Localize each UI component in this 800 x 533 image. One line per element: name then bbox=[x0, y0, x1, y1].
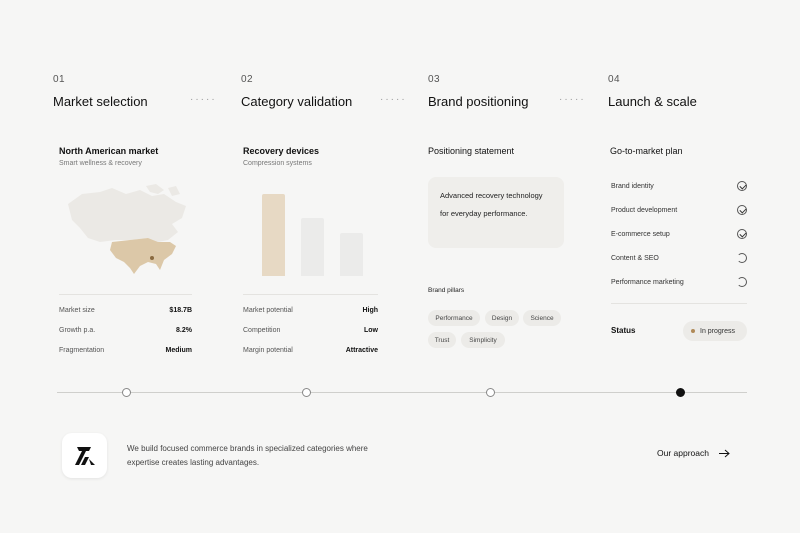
category-bar-chart bbox=[243, 190, 378, 276]
gtm-item: E-commerce setup bbox=[611, 227, 747, 241]
metric-row: Fragmentation Medium bbox=[59, 347, 192, 354]
gtm-item: Product development bbox=[611, 203, 747, 217]
gtm-item-label: Content & SEO bbox=[611, 254, 659, 262]
pillar-tag: Simplicity bbox=[461, 332, 505, 348]
metric-value: 8.2% bbox=[176, 327, 192, 334]
pending-circle-icon bbox=[737, 253, 747, 263]
metric-label: Competition bbox=[243, 327, 281, 334]
gtm-item-label: Brand identity bbox=[611, 182, 654, 190]
divider bbox=[243, 294, 378, 295]
metric-row: Market size $18.7B bbox=[59, 307, 192, 314]
market-card-title: North American market bbox=[59, 146, 159, 156]
gtm-item: Content & SEO bbox=[611, 251, 747, 265]
brand-logo-icon bbox=[74, 446, 95, 465]
north-america-map-icon bbox=[68, 184, 186, 274]
metric-row: Margin potential Attractive bbox=[243, 347, 378, 354]
step-title-4: Launch & scale bbox=[608, 94, 697, 109]
metric-row: Market potential High bbox=[243, 307, 378, 314]
arrow-right-icon bbox=[718, 449, 730, 457]
metric-value: High bbox=[362, 307, 378, 314]
status-dot-icon bbox=[691, 329, 695, 333]
bar-2 bbox=[301, 218, 324, 276]
footer-tagline: We build focused commerce brands in spec… bbox=[127, 444, 368, 467]
metric-row: Competition Low bbox=[243, 327, 378, 334]
gtm-card-title: Go-to-market plan bbox=[610, 146, 683, 156]
divider bbox=[59, 294, 192, 295]
status-value: In progress bbox=[700, 327, 736, 335]
step-connector-dots: ····· bbox=[380, 94, 407, 105]
check-circle-icon bbox=[737, 229, 747, 239]
timeline-node-4[interactable] bbox=[676, 388, 685, 397]
timeline-node-3[interactable] bbox=[486, 388, 495, 397]
check-circle-icon bbox=[737, 205, 747, 215]
step-connector-dots: ····· bbox=[559, 94, 586, 105]
gtm-item: Performance marketing bbox=[611, 275, 747, 289]
step-title-2: Category validation bbox=[241, 94, 353, 109]
check-circle-icon bbox=[737, 181, 747, 191]
status-badge: In progress bbox=[683, 321, 747, 341]
bar-3 bbox=[340, 233, 363, 276]
metric-label: Market size bbox=[59, 307, 95, 314]
brand-pillars-label: Brand pillars bbox=[428, 287, 465, 294]
pillar-tag: Science bbox=[523, 310, 561, 326]
bar-1 bbox=[262, 194, 285, 276]
pillar-tag: Design bbox=[485, 310, 519, 326]
positioning-card-title: Positioning statement bbox=[428, 146, 515, 156]
timeline-node-2[interactable] bbox=[302, 388, 311, 397]
step-connector-dots: ····· bbox=[190, 94, 217, 105]
metric-value: Attractive bbox=[345, 347, 378, 354]
metric-value: Low bbox=[364, 327, 378, 334]
metric-label: Market potential bbox=[243, 307, 293, 314]
metric-row: Growth p.a. 8.2% bbox=[59, 327, 192, 334]
metric-label: Margin potential bbox=[243, 347, 293, 354]
timeline-node-1[interactable] bbox=[122, 388, 131, 397]
market-card-subtitle: Smart wellness & recovery bbox=[59, 160, 142, 167]
gtm-item-label: E-commerce setup bbox=[611, 230, 670, 238]
step-number-3: 03 bbox=[428, 74, 441, 85]
gtm-item-label: Performance marketing bbox=[611, 278, 684, 286]
metric-value: Medium bbox=[165, 347, 192, 354]
divider bbox=[611, 303, 747, 304]
step-title-3: Brand positioning bbox=[428, 94, 529, 109]
our-approach-label: Our approach bbox=[657, 448, 709, 458]
status-label: Status bbox=[611, 326, 636, 335]
metric-value: $18.7B bbox=[169, 307, 192, 314]
category-card-subtitle: Compression systems bbox=[243, 160, 312, 167]
step-number-1: 01 bbox=[53, 74, 66, 85]
metric-label: Fragmentation bbox=[59, 347, 105, 354]
pillar-tag: Trust bbox=[428, 332, 456, 348]
brand-logo bbox=[62, 433, 107, 478]
metric-label: Growth p.a. bbox=[59, 327, 96, 334]
gtm-item-label: Product development bbox=[611, 206, 678, 214]
step-title-1: Market selection bbox=[53, 94, 148, 109]
step-number-4: 04 bbox=[608, 74, 621, 85]
positioning-statement: Advanced recovery technology for everyda… bbox=[428, 177, 564, 248]
category-card-title: Recovery devices bbox=[243, 146, 320, 156]
timeline-line bbox=[57, 392, 747, 393]
gtm-item: Brand identity bbox=[611, 179, 747, 193]
step-number-2: 02 bbox=[241, 74, 254, 85]
our-approach-link[interactable]: Our approach bbox=[657, 448, 730, 458]
pillar-tag: Performance bbox=[428, 310, 480, 326]
pending-circle-icon bbox=[737, 277, 747, 287]
